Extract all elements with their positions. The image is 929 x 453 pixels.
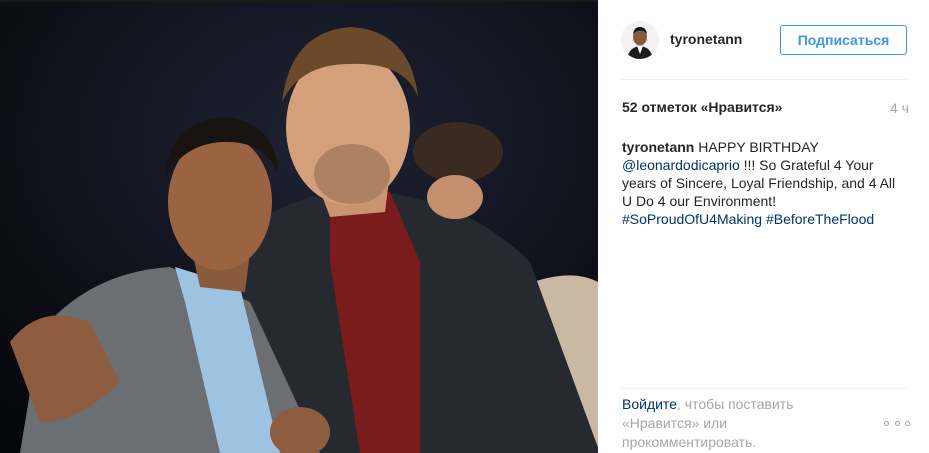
- likes-count[interactable]: 52 отметок «Нравится»: [622, 99, 782, 115]
- dot: [894, 420, 900, 426]
- caption-mention[interactable]: @leonardodicaprio: [622, 157, 740, 173]
- caption-hashtag[interactable]: #SoProudOfU4Making: [622, 211, 762, 227]
- more-options-icon[interactable]: [884, 418, 910, 428]
- dot: [884, 420, 889, 426]
- login-link[interactable]: Войдите: [622, 396, 677, 412]
- footer-divider: [621, 388, 909, 389]
- caption-hashtag[interactable]: #BeforeTheFlood: [766, 211, 874, 227]
- post-caption: tyronetann HAPPY BIRTHDAY @leonardodicap…: [622, 138, 907, 228]
- avatar-image: [621, 21, 659, 59]
- post-time[interactable]: 4 ч: [890, 100, 909, 116]
- username[interactable]: tyronetann: [670, 31, 742, 47]
- avatar[interactable]: [621, 21, 659, 59]
- caption-author[interactable]: tyronetann: [622, 139, 694, 155]
- follow-button[interactable]: Подписаться: [780, 25, 907, 55]
- dot: [905, 420, 910, 426]
- header-divider: [621, 79, 909, 80]
- post-header: tyronetann Подписаться: [598, 0, 929, 80]
- post-photo[interactable]: [0, 2, 598, 453]
- login-prompt: Войдите, чтобы поставить «Нравится» или …: [622, 395, 842, 452]
- photo-illustration: [0, 2, 598, 453]
- post-sidebar: tyronetann Подписаться 52 отметок «Нрави…: [598, 0, 929, 453]
- caption-text-1: HAPPY BIRTHDAY: [694, 139, 819, 155]
